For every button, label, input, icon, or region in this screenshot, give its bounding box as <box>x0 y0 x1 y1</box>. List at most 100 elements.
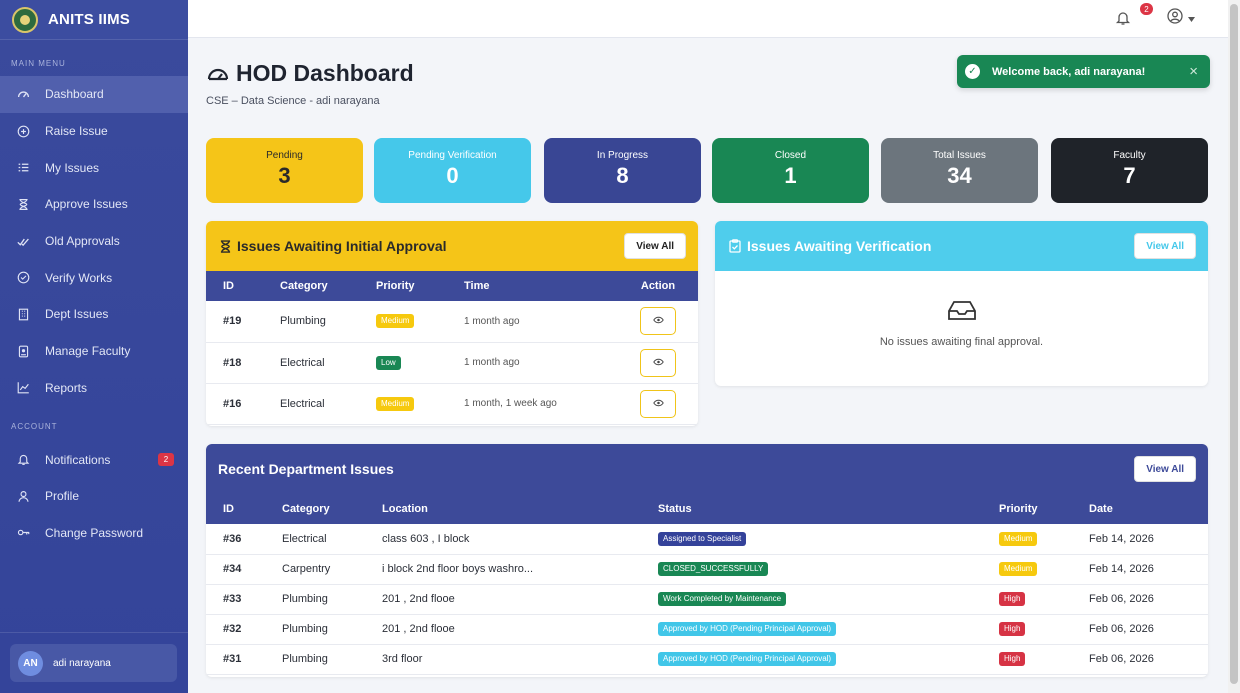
sidebar-item-old-approvals[interactable]: Old Approvals <box>0 223 188 260</box>
sidebar-item-label: Approve Issues <box>45 197 128 212</box>
stat-card-in-progress[interactable]: In Progress 8 <box>544 138 701 203</box>
check-circle-icon <box>16 271 30 285</box>
stat-card-pending-verification[interactable]: Pending Verification 0 <box>374 138 531 203</box>
issue-time: 1 month, 1 week ago <box>464 383 618 425</box>
clipboard-check-icon <box>729 239 741 253</box>
column-header: Action <box>618 271 698 301</box>
issue-category: Electrical <box>282 524 382 555</box>
sidebar-item-notifications[interactable]: Notifications 2 <box>0 441 188 478</box>
inbox-icon <box>715 299 1208 323</box>
eye-icon <box>652 357 664 369</box>
issue-id: #31 <box>206 644 282 675</box>
empty-state-text: No issues awaiting final approval. <box>879 336 1044 348</box>
sidebar-item-label: Verify Works <box>45 270 113 285</box>
id-badge-icon <box>16 344 30 358</box>
column-header: Date <box>1089 494 1208 524</box>
table-row[interactable]: #19 Plumbing Medium 1 month ago <box>206 301 698 343</box>
view-all-button[interactable]: View All <box>1134 233 1196 259</box>
stat-label: Faculty <box>1113 150 1146 161</box>
sidebar-item-label: Change Password <box>45 525 144 540</box>
sidebar-divider <box>0 632 188 633</box>
card-header: Issues Awaiting Verification View All <box>715 221 1208 271</box>
sidebar-item-profile[interactable]: Profile <box>0 478 188 515</box>
user-circle-icon <box>1167 7 1183 29</box>
sidebar-item-manage-faculty[interactable]: Manage Faculty <box>0 333 188 370</box>
table-row[interactable]: #31 Plumbing 3rd floor Approved by HOD (… <box>206 644 1208 675</box>
priority-badge: Low <box>376 355 401 370</box>
check-double-icon <box>16 234 30 248</box>
building-icon <box>16 307 30 321</box>
issue-category: Carpentry <box>282 554 382 585</box>
issue-location: class 603 , I block <box>382 524 658 555</box>
sidebar-item-dashboard[interactable]: Dashboard <box>0 76 188 113</box>
stat-value: 7 <box>1123 163 1136 188</box>
sidebar-item-approve-issues[interactable]: Approve Issues <box>0 186 188 223</box>
sidebar-item-raise-issue[interactable]: Raise Issue <box>0 113 188 150</box>
view-issue-button[interactable] <box>640 307 676 336</box>
table-row[interactable]: #18 Electrical Low 1 month ago <box>206 342 698 384</box>
bell-icon[interactable] <box>1115 10 1131 26</box>
college-logo-icon <box>12 6 38 33</box>
issue-time: 1 month ago <box>464 301 618 343</box>
issue-id: #36 <box>206 524 282 555</box>
sidebar-item-label: Reports <box>45 380 88 395</box>
table-row[interactable]: #16 Electrical Medium 1 month, 1 week ag… <box>206 383 698 425</box>
status-badge: Assigned to Specialist <box>658 531 747 546</box>
scrollbar-thumb[interactable] <box>1230 4 1238 684</box>
stat-card-pending[interactable]: Pending 3 <box>206 138 363 203</box>
user-menu-dropdown[interactable] <box>1167 7 1199 29</box>
table-row[interactable]: #33 Plumbing 201 , 2nd flooe Work Comple… <box>206 584 1208 615</box>
main-menu-heading: MAIN MENU <box>11 59 66 68</box>
card-title: Issues Awaiting Verification <box>747 238 932 254</box>
page-subtitle: CSE – Data Science - adi narayana <box>206 95 380 107</box>
issue-location: 201 , 2nd flooe <box>382 614 658 645</box>
stat-card-closed[interactable]: Closed 1 <box>712 138 869 203</box>
table-row[interactable]: #36 Electrical class 603 , I block Assig… <box>206 524 1208 555</box>
table-row[interactable]: #32 Plumbing 201 , 2nd flooe Approved by… <box>206 614 1208 645</box>
issue-location: 3rd floor <box>382 644 658 675</box>
sidebar-item-label: Dashboard <box>45 87 104 102</box>
issue-category: Electrical <box>280 342 376 384</box>
stat-value: 8 <box>616 163 629 188</box>
priority-badge: High <box>999 652 1026 666</box>
column-header: Priority <box>376 271 464 301</box>
view-all-button[interactable]: View All <box>1134 456 1196 482</box>
sidebar-item-reports[interactable]: Reports <box>0 370 188 407</box>
sidebar-item-dept-issues[interactable]: Dept Issues <box>0 296 188 333</box>
verification-card: Issues Awaiting Verification View All No… <box>715 221 1208 386</box>
stat-card-total-issues[interactable]: Total Issues 34 <box>881 138 1038 203</box>
priority-badge: Medium <box>376 396 415 411</box>
card-title: Issues Awaiting Initial Approval <box>237 238 447 254</box>
issue-id: #33 <box>206 584 282 615</box>
initial-approval-table: ID Category Priority Time Action #19 Plu… <box>206 271 698 425</box>
topbar: 2 <box>188 0 1228 38</box>
notification-count-badge: 2 <box>158 453 174 467</box>
stat-card-faculty[interactable]: Faculty 7 <box>1051 138 1208 203</box>
status-badge: Approved by HOD (Pending Principal Appro… <box>658 622 837 636</box>
sidebar-item-label: Manage Faculty <box>45 344 131 359</box>
hourglass-icon <box>220 239 231 253</box>
stat-value: 0 <box>446 163 459 188</box>
view-all-button[interactable]: View All <box>624 233 686 259</box>
sidebar-item-label: Profile <box>45 489 80 504</box>
initial-approval-card: Issues Awaiting Initial Approval View Al… <box>206 221 698 426</box>
sidebar-item-my-issues[interactable]: My Issues <box>0 149 188 186</box>
sidebar-item-change-password[interactable]: Change Password <box>0 515 188 552</box>
notification-badge: 2 <box>1140 3 1153 15</box>
card-header: Recent Department Issues View All <box>206 444 1208 494</box>
table-row[interactable]: #34 Carpentry i block 2nd floor boys was… <box>206 554 1208 585</box>
close-icon[interactable]: × <box>1189 63 1198 80</box>
user-name: adi narayana <box>53 657 111 669</box>
view-issue-button[interactable] <box>640 348 676 377</box>
priority-badge: High <box>999 592 1026 606</box>
sidebar-item-verify-works[interactable]: Verify Works <box>0 259 188 296</box>
stat-label: Closed <box>774 150 807 161</box>
sidebar-item-label: Dept Issues <box>45 307 109 322</box>
status-badge: Approved by HOD (Pending Principal Appro… <box>658 652 837 666</box>
view-issue-button[interactable] <box>640 389 676 418</box>
issue-category: Electrical <box>280 383 376 425</box>
page-scrollbar[interactable] <box>1228 0 1240 693</box>
brand[interactable]: ANITS IIMS <box>0 0 188 40</box>
sidebar-user-card[interactable]: AN adi narayana <box>10 644 177 682</box>
issue-date: Feb 06, 2026 <box>1089 584 1208 615</box>
